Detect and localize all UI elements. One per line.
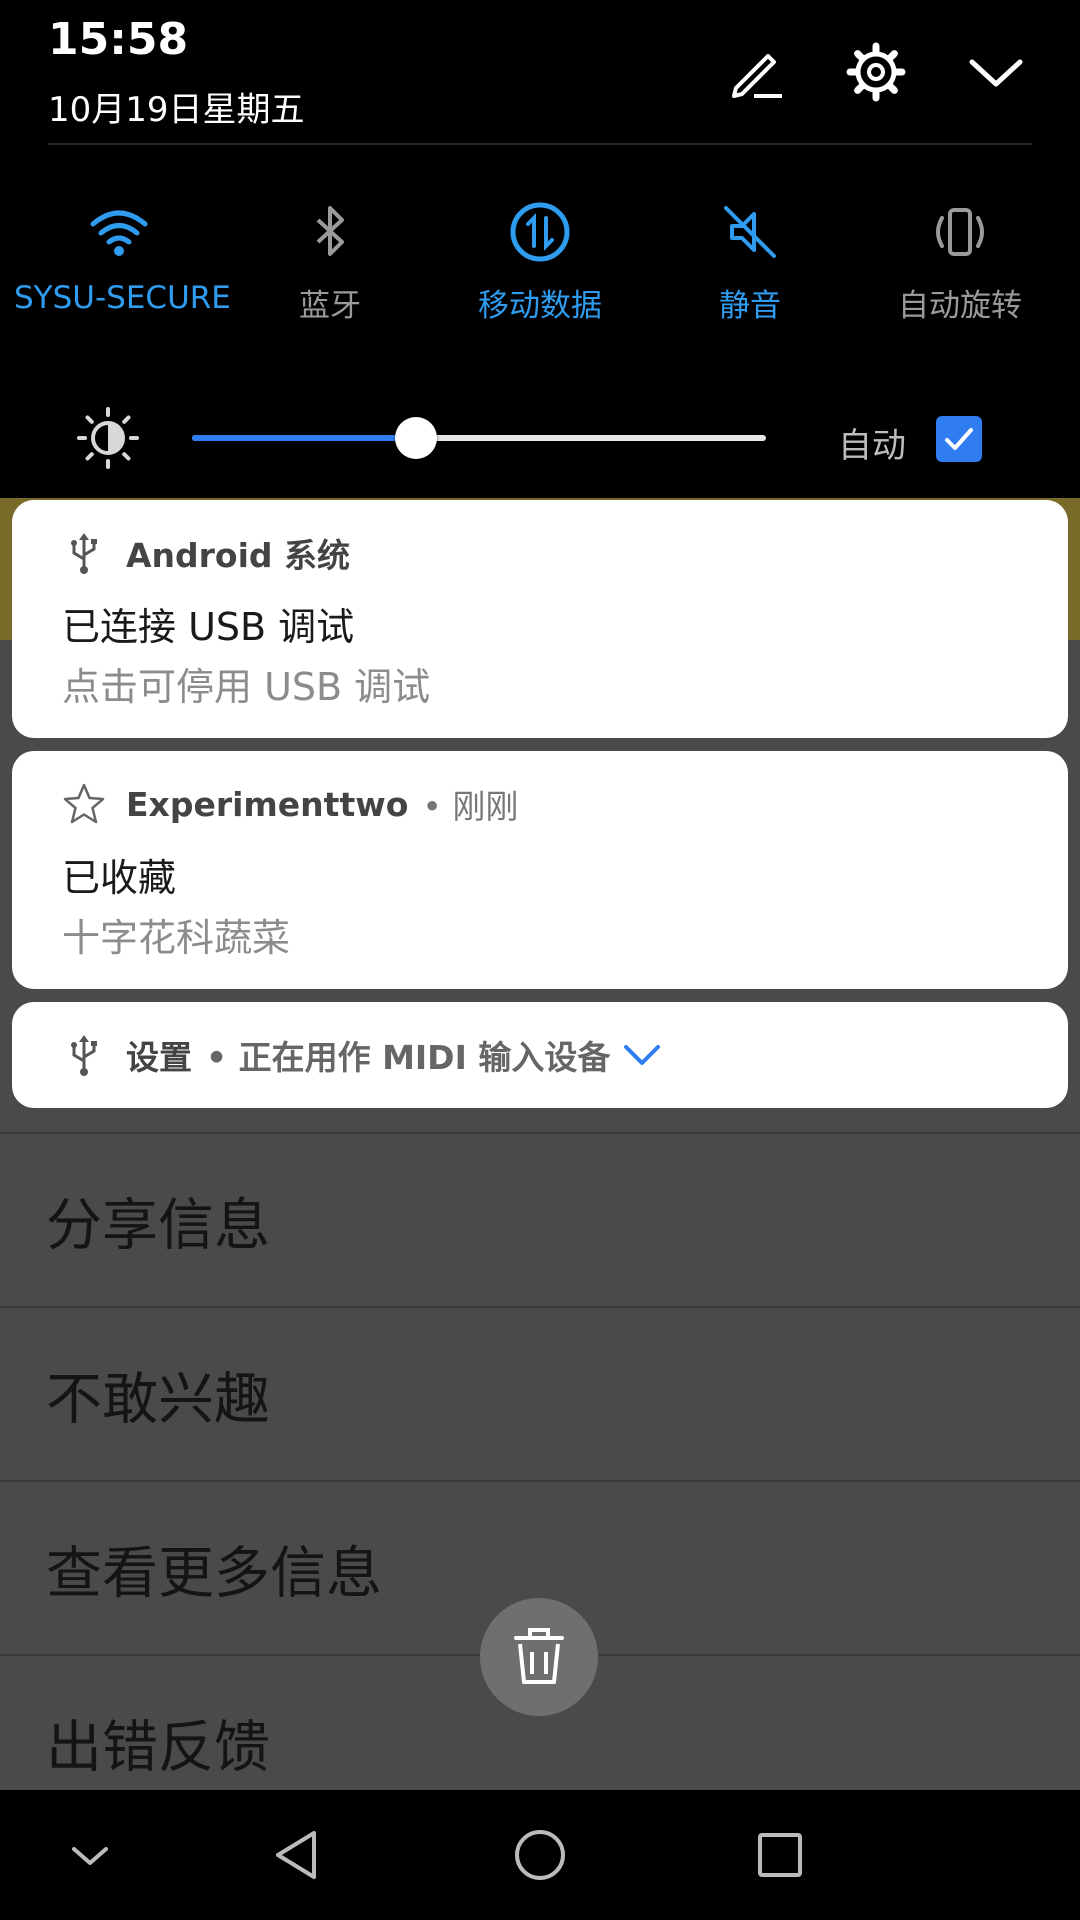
notification-title: 已收藏 [62,856,177,900]
hide-nav-icon [72,1847,108,1865]
auto-rotate-icon [936,208,984,256]
home-icon [515,1830,565,1880]
usb-icon [71,533,97,574]
notification-subtitle: 点击可停用 USB 调试 [62,665,431,709]
notification-summary: • 正在用作 MIDI 输入设备 [206,1038,611,1077]
notification-time: • 刚刚 [422,787,519,826]
notification-experimenttwo[interactable]: Experimenttwo • 刚刚 已收藏 十字花科蔬菜 [12,751,1068,989]
clock-time: 15:58 [48,14,189,65]
notification-header: Experimenttwo • 刚刚 [62,779,518,829]
toggle-mute[interactable]: 静音 [645,200,855,325]
toggle-wifi-label: SYSU-SECURE [14,280,231,316]
header-divider [48,143,1032,145]
expand-chevron-icon[interactable] [622,1035,662,1075]
notification-app-name: Android 系统 [126,536,351,575]
bluetooth-icon [316,206,344,256]
settings-icon[interactable] [844,40,908,104]
menu-item-share[interactable]: 分享信息 [0,1132,1080,1308]
hide-nav-button[interactable] [50,1815,130,1895]
toggle-mute-label: 静音 [719,288,781,324]
check-icon [945,428,973,450]
toggle-mobile-data-label: 移动数据 [478,288,602,324]
notification-header: 设置 • 正在用作 MIDI 输入设备 [62,1030,662,1080]
recents-button[interactable] [740,1815,820,1895]
toggle-bluetooth-label: 蓝牙 [299,288,361,324]
navigation-bar [0,1790,1080,1920]
recents-icon [758,1833,802,1877]
edit-icon[interactable] [724,40,788,104]
clock-date: 10月19日星期五 [48,90,305,130]
notification-header: Android 系统 [62,528,350,578]
mute-icon [724,206,776,258]
notification-midi-settings[interactable]: 设置 • 正在用作 MIDI 输入设备 [12,1002,1068,1108]
wifi-icon [90,210,148,256]
brightness-slider[interactable] [192,417,766,459]
toggle-mobile-data[interactable]: 移动数据 [435,200,645,325]
brightness-icon [77,407,139,469]
toggle-wifi[interactable]: SYSU-SECURE [14,200,231,316]
notification-title: 已连接 USB 调试 [62,605,355,649]
menu-item-not-interested[interactable]: 不敢兴趣 [0,1306,1080,1482]
home-button[interactable] [500,1815,580,1895]
notification-usb-debugging[interactable]: Android 系统 已连接 USB 调试 点击可停用 USB 调试 [12,500,1068,738]
toggle-auto-rotate[interactable]: 自动旋转 [855,200,1065,325]
usb-icon [71,1035,97,1076]
back-icon [276,1831,316,1879]
brightness-auto-label: 自动 [838,426,906,466]
star-icon [63,783,105,824]
clear-notifications-button[interactable] [480,1598,598,1716]
notification-app-name: 设置 [126,1038,192,1077]
toggle-bluetooth[interactable]: 蓝牙 [225,200,435,325]
notification-subtitle: 十字花科蔬菜 [62,916,291,960]
mobile-data-icon [510,202,570,262]
back-button[interactable] [258,1815,338,1895]
toggle-auto-rotate-label: 自动旋转 [898,288,1022,324]
brightness-auto-checkbox[interactable] [936,416,982,462]
brightness-slider-fill [192,435,416,441]
collapse-chevron-icon[interactable] [964,40,1028,104]
brightness-slider-thumb[interactable] [394,417,437,459]
trash-icon [514,1628,564,1684]
notification-app-name: Experimenttwo [126,784,409,824]
